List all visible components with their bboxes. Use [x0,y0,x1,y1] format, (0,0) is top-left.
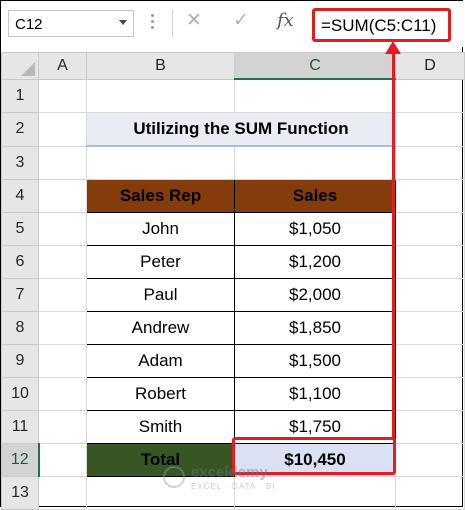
sales-cell[interactable]: $2,000 [234,278,396,312]
cell[interactable] [38,245,87,279]
table-row: 7 Paul $2,000 [1,278,465,312]
cell[interactable] [38,179,87,213]
sales-rep-cell[interactable]: Paul [86,278,235,312]
cell[interactable] [38,476,87,510]
watermark-name: exceldemy [191,464,268,481]
column-header-b[interactable]: B [86,52,235,80]
header-sales-rep[interactable]: Sales Rep [86,179,235,213]
row-2: 2 Utilizing the SUM Function [1,112,465,147]
insert-function-icon[interactable]: fx [277,10,294,31]
cell[interactable] [86,145,235,180]
sales-cell[interactable]: $1,050 [234,212,396,246]
arrow-up-icon [385,41,401,54]
cell[interactable] [395,410,465,444]
formula-text: =SUM(C5:C11) [321,16,437,35]
sales-rep-cell[interactable]: Andrew [86,311,235,345]
row-header-5[interactable]: 5 [1,212,39,246]
sales-rep-cell[interactable]: Peter [86,245,235,279]
drag-handle-icon[interactable] [151,14,154,34]
cell[interactable] [395,245,465,279]
sheet-title[interactable]: Utilizing the SUM Function [86,112,396,147]
column-header-row: A B C D [1,52,465,80]
sales-cell[interactable]: $1,100 [234,377,396,411]
select-all-corner[interactable] [1,52,39,80]
sales-cell[interactable]: $1,850 [234,311,396,345]
cell[interactable] [395,443,465,477]
row-header-4[interactable]: 4 [1,179,39,213]
row-header-2[interactable]: 2 [1,112,39,147]
header-sales[interactable]: Sales [234,179,396,213]
exceldemy-logo-icon [163,466,185,488]
row-header-11[interactable]: 11 [1,410,39,444]
row-header-8[interactable]: 8 [1,311,39,345]
cell[interactable] [38,410,87,444]
row-header-7[interactable]: 7 [1,278,39,312]
cell[interactable] [38,344,87,378]
cell[interactable] [395,278,465,312]
formula-input[interactable]: =SUM(C5:C11) [312,8,451,42]
watermark-tagline: EXCEL · DATA · BI [191,482,276,491]
name-box-value: C12 [15,16,43,33]
divider [172,10,173,37]
cell[interactable] [86,78,235,113]
enter-check-icon[interactable]: ✓ [233,9,249,32]
row-3: 3 [1,145,465,180]
chevron-down-icon[interactable] [119,20,127,25]
sales-rep-cell[interactable]: John [86,212,235,246]
table-row: 5 John $1,050 [1,212,465,246]
cell[interactable] [395,377,465,411]
cell[interactable] [38,78,87,113]
column-header-a[interactable]: A [38,52,87,80]
cell[interactable] [38,212,87,246]
column-header-c[interactable]: C [234,52,396,80]
sales-rep-cell[interactable]: Smith [86,410,235,444]
cell[interactable] [395,179,465,213]
table-row: 6 Peter $1,200 [1,245,465,279]
cancel-icon[interactable]: ✕ [186,9,202,32]
row-header-3[interactable]: 3 [1,145,39,180]
row-1: 1 [1,78,465,113]
row-4: 4 Sales Rep Sales [1,179,465,213]
row-header-6[interactable]: 6 [1,245,39,279]
sales-cell[interactable]: $1,200 [234,245,396,279]
cell[interactable] [395,344,465,378]
cell[interactable] [234,145,396,180]
table-row: 8 Andrew $1,850 [1,311,465,345]
cell[interactable] [395,112,465,147]
row-header-1[interactable]: 1 [1,78,39,113]
cell[interactable] [38,311,87,345]
cell[interactable] [38,377,87,411]
cell[interactable] [38,278,87,312]
sales-rep-cell[interactable]: Adam [86,344,235,378]
cell[interactable] [38,443,87,477]
row-header-10[interactable]: 10 [1,377,39,411]
cell[interactable] [234,78,396,113]
row-header-13[interactable]: 13 [1,476,39,510]
row-header-12[interactable]: 12 [1,443,40,477]
cell[interactable] [395,311,465,345]
cell[interactable] [38,112,87,147]
select-all-icon [21,61,35,76]
cell[interactable] [395,145,465,180]
table-row: 10 Robert $1,100 [1,377,465,411]
table-row: 9 Adam $1,500 [1,344,465,378]
annotation-arrow-line [392,52,395,440]
sales-cell[interactable]: $1,500 [234,344,396,378]
cell[interactable] [395,78,465,113]
cell[interactable] [395,212,465,246]
cell[interactable] [395,476,465,510]
row-header-9[interactable]: 9 [1,344,39,378]
sales-rep-cell[interactable]: Robert [86,377,235,411]
column-header-d[interactable]: D [395,52,465,80]
name-box[interactable]: C12 [8,10,134,37]
cell[interactable] [38,145,87,180]
